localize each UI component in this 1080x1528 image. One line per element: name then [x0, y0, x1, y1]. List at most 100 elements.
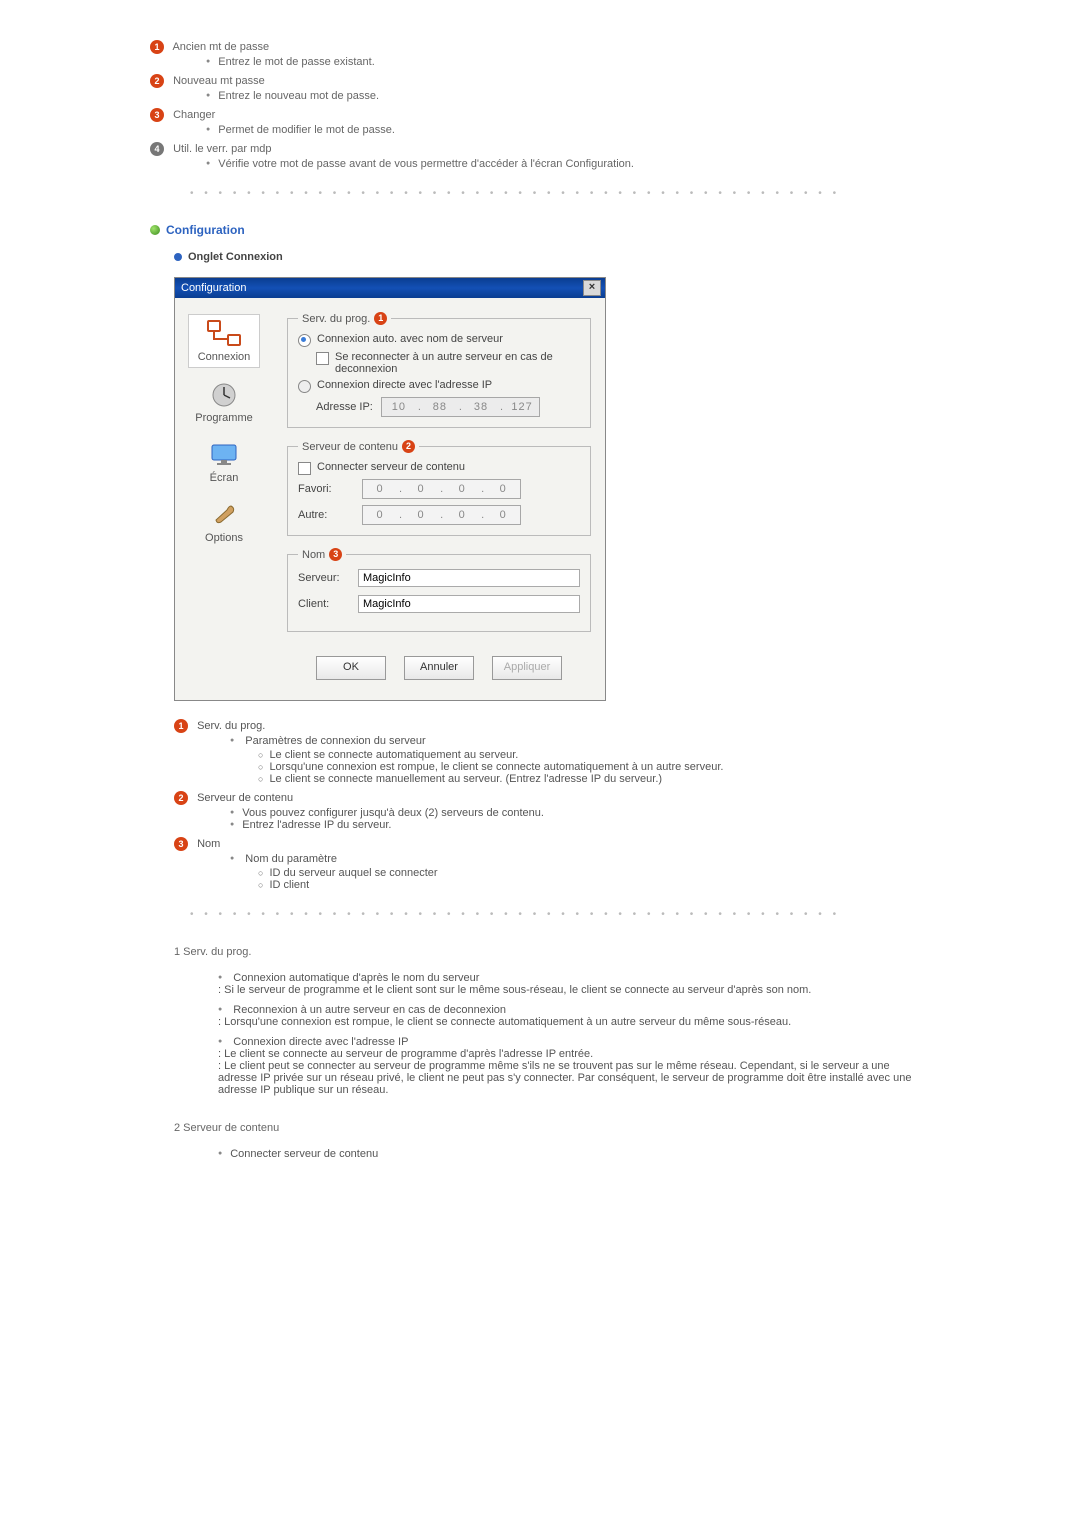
checkbox-reconnect[interactable]: Se reconnecter à un autre serveur en cas…: [298, 351, 580, 375]
item-title: Ancien mt de passe: [172, 41, 269, 53]
sidebar-item-label: Connexion: [198, 351, 251, 363]
bubble-3: 3: [150, 108, 164, 122]
client-name-input[interactable]: [358, 595, 580, 613]
explain-circle: ID du serveur auquel se connecter: [258, 867, 930, 879]
checkbox-icon: [298, 462, 311, 475]
subsection-heading: Onglet Connexion: [174, 251, 930, 263]
radio-direct[interactable]: Connexion directe avec l'adresse IP: [298, 379, 580, 393]
radio-auto[interactable]: Connexion auto. avec nom de serveur: [298, 333, 580, 347]
legend-bubble-1: 1: [374, 312, 387, 325]
configuration-dialog: Configuration × Connexion: [174, 277, 606, 701]
item-title: Changer: [173, 109, 215, 121]
client-name-row: Client:: [298, 595, 580, 613]
sidebar-item-label: Options: [205, 532, 243, 544]
monitor-icon: [209, 442, 239, 468]
server-name-input[interactable]: [358, 569, 580, 587]
client-label: Client:: [298, 598, 358, 610]
sidebar-item-connexion[interactable]: Connexion: [188, 314, 260, 368]
sidebar-item-programme[interactable]: Programme: [189, 378, 259, 428]
favori-row: Favori: 0. 0. 0. 0: [298, 479, 580, 499]
explain-title: Nom: [197, 838, 220, 850]
ip-label: Adresse IP:: [316, 401, 373, 413]
favori-label: Favori:: [298, 483, 354, 495]
explain-circle: ID client: [258, 879, 930, 891]
radio-icon: [298, 334, 311, 347]
note-heading: 1 Serv. du prog.: [174, 946, 930, 958]
ip-input[interactable]: 10. 88. 38. 127: [381, 397, 540, 417]
close-button[interactable]: ×: [583, 280, 601, 296]
item-desc: Vérifie votre mot de passe avant de vous…: [206, 158, 930, 170]
explain-circle: Le client se connecte manuellement au se…: [258, 773, 930, 785]
item-title: Nouveau mt passe: [173, 75, 265, 87]
group-legend: Serv. du prog. 1: [298, 312, 391, 325]
section-title: Configuration: [166, 223, 245, 237]
green-bullet-icon: [150, 225, 160, 235]
separator: • • • • • • • • • • • • • • • • • • • • …: [190, 909, 930, 920]
group-nom: Nom 3 Serveur: Client:: [287, 548, 591, 632]
ip-input-autre[interactable]: 0. 0. 0. 0: [362, 505, 521, 525]
group-legend: Nom 3: [298, 548, 346, 561]
section-heading: Configuration: [150, 223, 930, 237]
titlebar: Configuration ×: [175, 278, 605, 298]
note-heading: 2 Serveur de contenu: [174, 1122, 930, 1134]
item-desc: Entrez le nouveau mot de passe.: [206, 90, 930, 102]
checkbox-connect-content[interactable]: Connecter serveur de contenu: [298, 461, 580, 475]
explain-bullet: Entrez l'adresse IP du serveur.: [230, 819, 930, 831]
window-title: Configuration: [181, 282, 246, 294]
bubble-1: 1: [174, 719, 188, 733]
autre-row: Autre: 0. 0. 0. 0: [298, 505, 580, 525]
ok-button[interactable]: OK: [316, 656, 386, 680]
radio-label: Connexion directe avec l'adresse IP: [317, 379, 492, 391]
page: 1 Ancien mt de passe Entrez le mot de pa…: [90, 0, 990, 1208]
note-item: Connexion automatique d'après le nom du …: [218, 972, 930, 996]
group-legend: Serveur de contenu 2: [298, 440, 419, 453]
network-icon: [207, 319, 241, 347]
sidebar-item-ecran[interactable]: Écran: [189, 438, 259, 488]
dialog-sidebar: Connexion Programme: [175, 298, 273, 700]
separator: • • • • • • • • • • • • • • • • • • • • …: [190, 188, 930, 199]
blue-bullet-icon: [174, 253, 182, 261]
explain-bullet: Paramètres de connexion du serveur Le cl…: [230, 735, 930, 785]
bubble-2: 2: [150, 74, 164, 88]
group-serveur-contenu: Serveur de contenu 2 Connecter serveur d…: [287, 440, 591, 536]
autre-label: Autre:: [298, 509, 354, 521]
dialog-panel: Serv. du prog. 1 Connexion auto. avec no…: [273, 298, 605, 700]
sidebar-item-label: Programme: [195, 412, 252, 424]
server-name-row: Serveur:: [298, 569, 580, 587]
explain-circle: Lorsqu'une connexion est rompue, le clie…: [258, 761, 930, 773]
note-item: Reconnexion à un autre serveur en cas de…: [218, 1004, 930, 1028]
dialog-buttons: OK Annuler Appliquer: [287, 644, 591, 684]
legend-bubble-3: 3: [329, 548, 342, 561]
ip-address-row: Adresse IP: 10. 88. 38. 127: [298, 397, 580, 417]
explain-bullet: Nom du paramètre ID du serveur auquel se…: [230, 853, 930, 891]
note-item: Connecter serveur de contenu: [218, 1148, 930, 1160]
apply-button[interactable]: Appliquer: [492, 656, 562, 680]
checkbox-label: Connecter serveur de contenu: [317, 461, 465, 473]
explain-title: Serveur de contenu: [197, 792, 293, 804]
bubble-4: 4: [150, 142, 164, 156]
bubble-3: 3: [174, 837, 188, 851]
radio-label: Connexion auto. avec nom de serveur: [317, 333, 503, 345]
note-serv-prog: 1 Serv. du prog. Connexion automatique d…: [174, 946, 930, 1096]
explanation-list: 1 Serv. du prog. Paramètres de connexion…: [174, 719, 930, 891]
explain-circle: Le client se connecte automatiquement au…: [258, 749, 930, 761]
sidebar-item-label: Écran: [210, 472, 239, 484]
item-desc: Entrez le mot de passe existant.: [206, 56, 930, 68]
note-item: Connexion directe avec l'adresse IP : Le…: [218, 1036, 930, 1096]
note-serveur-contenu: 2 Serveur de contenu Connecter serveur d…: [174, 1122, 930, 1160]
password-settings-list: 1 Ancien mt de passe Entrez le mot de pa…: [150, 40, 930, 170]
cancel-button[interactable]: Annuler: [404, 656, 474, 680]
radio-icon: [298, 380, 311, 393]
checkbox-label: Se reconnecter à un autre serveur en cas…: [335, 351, 580, 375]
subsection-title: Onglet Connexion: [188, 251, 283, 263]
clock-icon: [209, 382, 239, 408]
checkbox-icon: [316, 352, 329, 365]
group-serv-prog: Serv. du prog. 1 Connexion auto. avec no…: [287, 312, 591, 428]
item-desc: Permet de modifier le mot de passe.: [206, 124, 930, 136]
ip-input-favori[interactable]: 0. 0. 0. 0: [362, 479, 521, 499]
sidebar-item-options[interactable]: Options: [189, 498, 259, 548]
legend-bubble-2: 2: [402, 440, 415, 453]
bubble-1: 1: [150, 40, 164, 54]
server-label: Serveur:: [298, 572, 358, 584]
item-title: Util. le verr. par mdp: [173, 143, 271, 155]
